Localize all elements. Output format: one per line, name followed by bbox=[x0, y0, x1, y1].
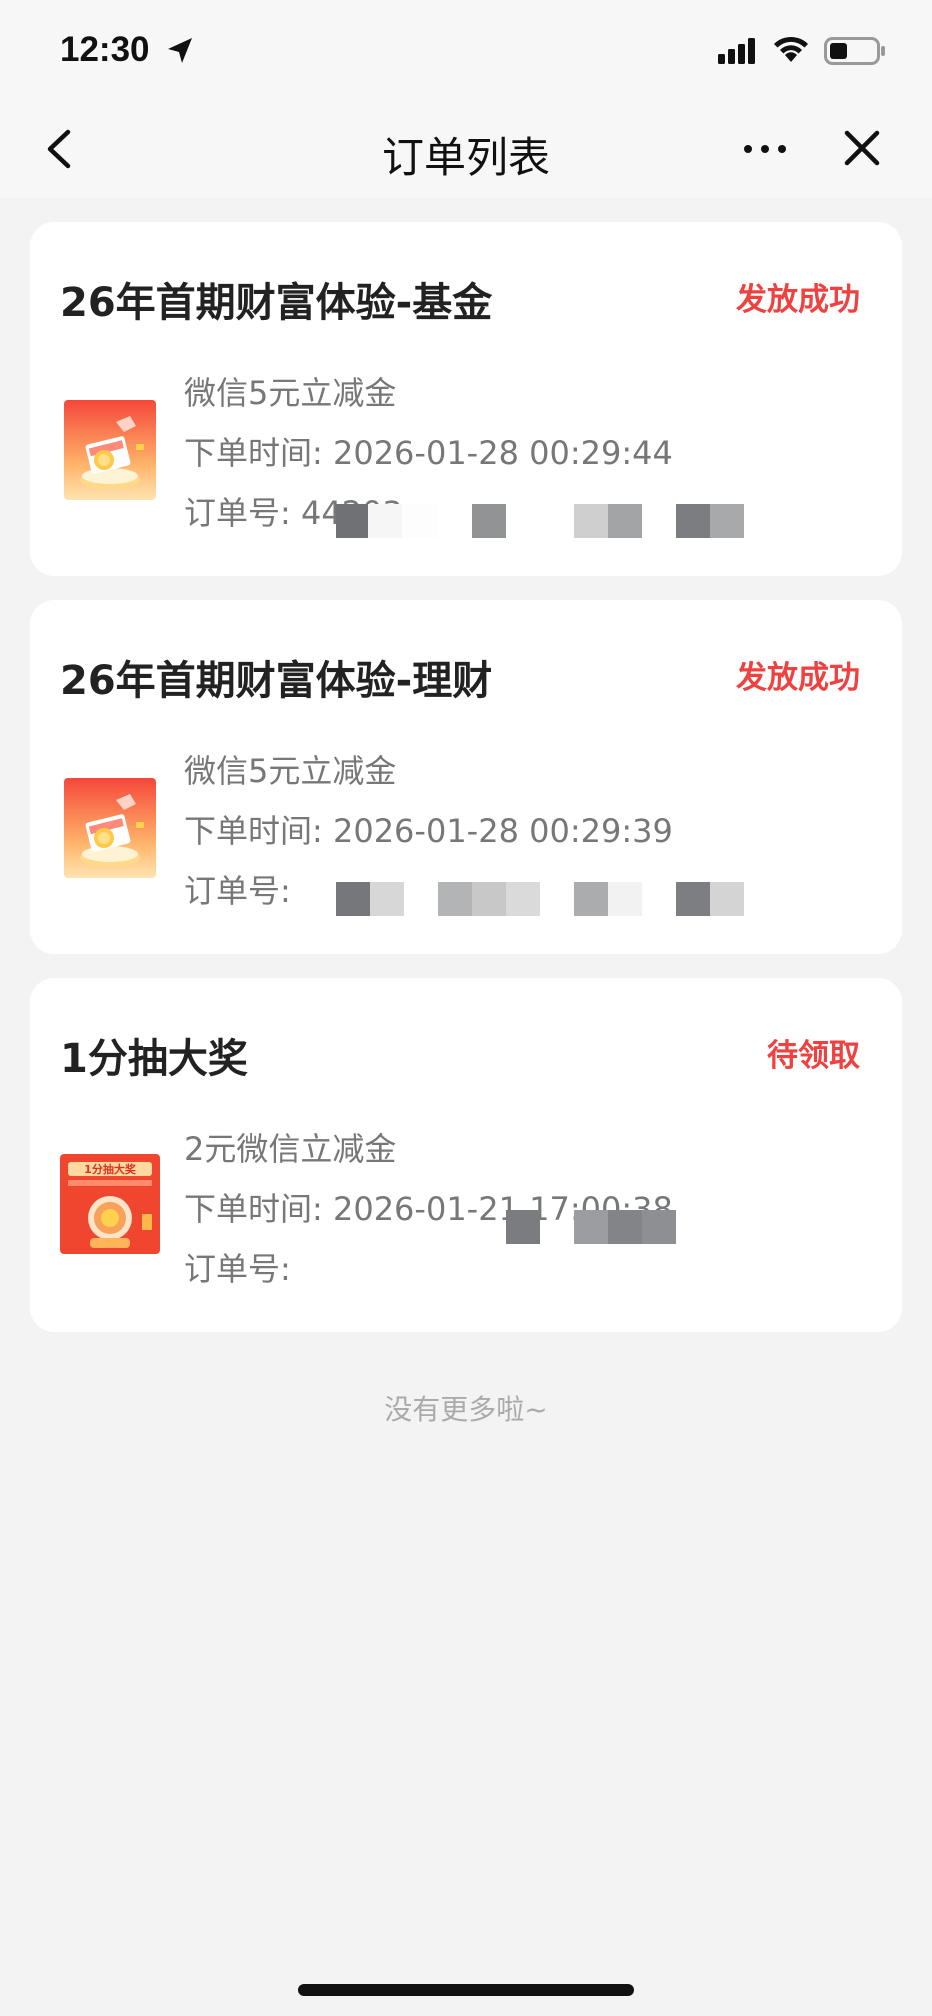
more-options-icon[interactable] bbox=[740, 136, 790, 162]
order-card[interactable]: 26年首期财富体验-理财 发放成功 微信5元立减金 下单时间: 2026-01-… bbox=[30, 600, 902, 954]
home-indicator[interactable] bbox=[298, 1984, 634, 1996]
order-time-row: 下单时间: 2026-01-28 00:29:44 bbox=[184, 428, 673, 474]
order-card[interactable]: 1分抽大奖 待领取 1分抽大奖 2元微信立减金 下单时间: 2026-01-21… bbox=[30, 978, 902, 1332]
redacted-mosaic bbox=[336, 882, 776, 916]
order-time-label: 下单时间: bbox=[184, 434, 333, 472]
order-number-row: 订单号: bbox=[184, 866, 291, 912]
order-status-badge: 发放成功 bbox=[736, 660, 860, 696]
battery-icon bbox=[824, 37, 885, 65]
order-title: 1分抽大奖 bbox=[60, 1036, 248, 1082]
status-time: 12:30 bbox=[60, 30, 150, 69]
status-bar: 12:30 bbox=[0, 0, 932, 100]
order-time-label: 下单时间: bbox=[184, 812, 333, 850]
nav-bar: 订单列表 bbox=[0, 100, 932, 198]
cellular-signal-icon bbox=[718, 38, 755, 64]
order-number-label: 订单号: bbox=[184, 1250, 291, 1288]
order-product-name: 2元微信立减金 bbox=[184, 1130, 397, 1168]
order-number-label: 订单号: bbox=[184, 872, 291, 910]
order-time: 2026-01-28 00:29:39 bbox=[332, 812, 673, 850]
lottery-thumbnail: 1分抽大奖 bbox=[60, 1154, 160, 1254]
order-time-row: 下单时间: 2026-01-28 00:29:39 bbox=[184, 806, 673, 852]
order-time-label: 下单时间: bbox=[184, 1190, 333, 1228]
order-time: 2026-01-28 00:29:44 bbox=[332, 434, 673, 472]
order-list: 26年首期财富体验-基金 发放成功 微信5元立减金 下单时间: 2026-01-… bbox=[30, 222, 902, 1356]
close-icon[interactable] bbox=[842, 128, 882, 168]
order-title: 26年首期财富体验-基金 bbox=[60, 280, 493, 326]
location-arrow-icon bbox=[168, 38, 192, 63]
order-status-badge: 待领取 bbox=[767, 1038, 860, 1074]
gift-coupon-thumbnail bbox=[64, 778, 156, 878]
order-number-row: 订单号: bbox=[184, 1244, 291, 1290]
gift-coupon-thumbnail bbox=[64, 400, 156, 500]
wifi-icon bbox=[774, 36, 808, 62]
order-status-badge: 发放成功 bbox=[736, 282, 860, 318]
order-card[interactable]: 26年首期财富体验-基金 发放成功 微信5元立减金 下单时间: 2026-01-… bbox=[30, 222, 902, 576]
redacted-mosaic bbox=[336, 504, 776, 538]
order-product-name: 微信5元立减金 bbox=[184, 374, 397, 412]
page-title: 订单列表 bbox=[381, 133, 550, 182]
order-title: 26年首期财富体验-理财 bbox=[60, 658, 493, 704]
redacted-mosaic bbox=[506, 1210, 706, 1244]
order-number-label: 订单号: bbox=[184, 494, 301, 532]
no-more-text: 没有更多啦~ bbox=[384, 1393, 548, 1426]
lottery-thumb-text: 1分抽大奖 bbox=[84, 1162, 137, 1176]
order-product-name: 微信5元立减金 bbox=[184, 752, 397, 790]
